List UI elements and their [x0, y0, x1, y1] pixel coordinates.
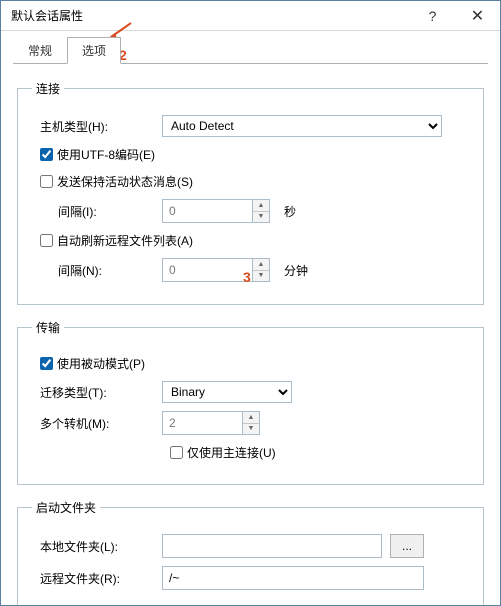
titlebar: 默认会话属性 ? ✕: [1, 1, 500, 31]
auto-refresh-checkbox[interactable]: 自动刷新远程文件列表(A): [36, 231, 193, 250]
local-folder-label: 本地文件夹(L):: [32, 538, 162, 555]
remote-folder-label: 远程文件夹(R):: [32, 570, 162, 587]
interval-i-input[interactable]: [162, 199, 252, 223]
chevron-up-icon[interactable]: ▲: [243, 412, 259, 424]
relays-spinner[interactable]: ▲ ▼: [162, 411, 260, 435]
window-title: 默认会话属性: [11, 7, 410, 24]
use-utf8-checkbox[interactable]: 使用UTF-8编码(E): [36, 145, 155, 164]
chevron-up-icon[interactable]: ▲: [253, 200, 269, 212]
group-startup: 启动文件夹 本地文件夹(L): ... 远程文件夹(R):: [17, 499, 484, 606]
transfer-type-label: 迁移类型(T):: [32, 384, 162, 401]
interval-n-input[interactable]: [162, 258, 252, 282]
interval-i-spinner[interactable]: ▲ ▼: [162, 199, 270, 223]
interval-n-label: 间隔(N):: [32, 262, 162, 279]
passive-mode-label: 使用被动模式(P): [57, 355, 145, 372]
tab-strip: 常规 选项 2: [1, 31, 500, 64]
relays-input[interactable]: [162, 411, 242, 435]
group-startup-legend: 启动文件夹: [32, 499, 100, 516]
group-connection-legend: 连接: [32, 80, 64, 97]
relays-spin-buttons[interactable]: ▲ ▼: [242, 411, 260, 435]
remote-folder-input[interactable]: [162, 566, 424, 590]
passive-mode-input[interactable]: [40, 357, 53, 370]
chevron-down-icon[interactable]: ▼: [243, 424, 259, 435]
keepalive-input[interactable]: [40, 175, 53, 188]
chevron-down-icon[interactable]: ▼: [253, 212, 269, 223]
interval-i-spin-buttons[interactable]: ▲ ▼: [252, 199, 270, 223]
use-utf8-input[interactable]: [40, 148, 53, 161]
interval-i-label: 间隔(I):: [32, 203, 162, 220]
close-button[interactable]: ✕: [455, 1, 500, 31]
chevron-down-icon[interactable]: ▼: [253, 271, 269, 282]
local-folder-input[interactable]: [162, 534, 382, 558]
tab-content: 连接 主机类型(H): Auto Detect 使用UTF-8编码(E) 3 发…: [1, 64, 500, 606]
host-type-select[interactable]: Auto Detect: [162, 115, 442, 137]
use-utf8-label: 使用UTF-8编码(E): [57, 146, 155, 163]
main-conn-only-label: 仅使用主连接(U): [187, 444, 276, 461]
transfer-type-select[interactable]: Binary: [162, 381, 292, 403]
main-conn-only-input[interactable]: [170, 446, 183, 459]
dialog-window: 默认会话属性 ? ✕ 常规 选项 2 连接 主机类型(H): Auto Dete…: [0, 0, 501, 606]
relays-label: 多个转机(M):: [32, 415, 162, 432]
interval-n-spin-buttons[interactable]: ▲ ▼: [252, 258, 270, 282]
browse-button[interactable]: ...: [390, 534, 424, 558]
auto-refresh-label: 自动刷新远程文件列表(A): [57, 232, 193, 249]
main-conn-only-checkbox[interactable]: 仅使用主连接(U): [166, 443, 276, 462]
keepalive-checkbox[interactable]: 发送保持活动状态消息(S): [36, 172, 193, 191]
keepalive-label: 发送保持活动状态消息(S): [57, 173, 193, 190]
auto-refresh-input[interactable]: [40, 234, 53, 247]
chevron-up-icon[interactable]: ▲: [253, 259, 269, 271]
tab-options[interactable]: 选项: [67, 37, 121, 64]
tab-general[interactable]: 常规: [13, 37, 67, 64]
interval-i-unit: 秒: [284, 203, 296, 220]
help-button[interactable]: ?: [410, 1, 455, 31]
group-transfer-legend: 传输: [32, 319, 64, 336]
interval-n-unit: 分钟: [284, 262, 308, 279]
interval-n-spinner[interactable]: ▲ ▼: [162, 258, 270, 282]
passive-mode-checkbox[interactable]: 使用被动模式(P): [36, 354, 145, 373]
group-connection: 连接 主机类型(H): Auto Detect 使用UTF-8编码(E) 3 发…: [17, 80, 484, 305]
host-type-label: 主机类型(H):: [32, 118, 162, 135]
group-transfer: 传输 使用被动模式(P) 迁移类型(T): Binary 多个转机(M):: [17, 319, 484, 485]
